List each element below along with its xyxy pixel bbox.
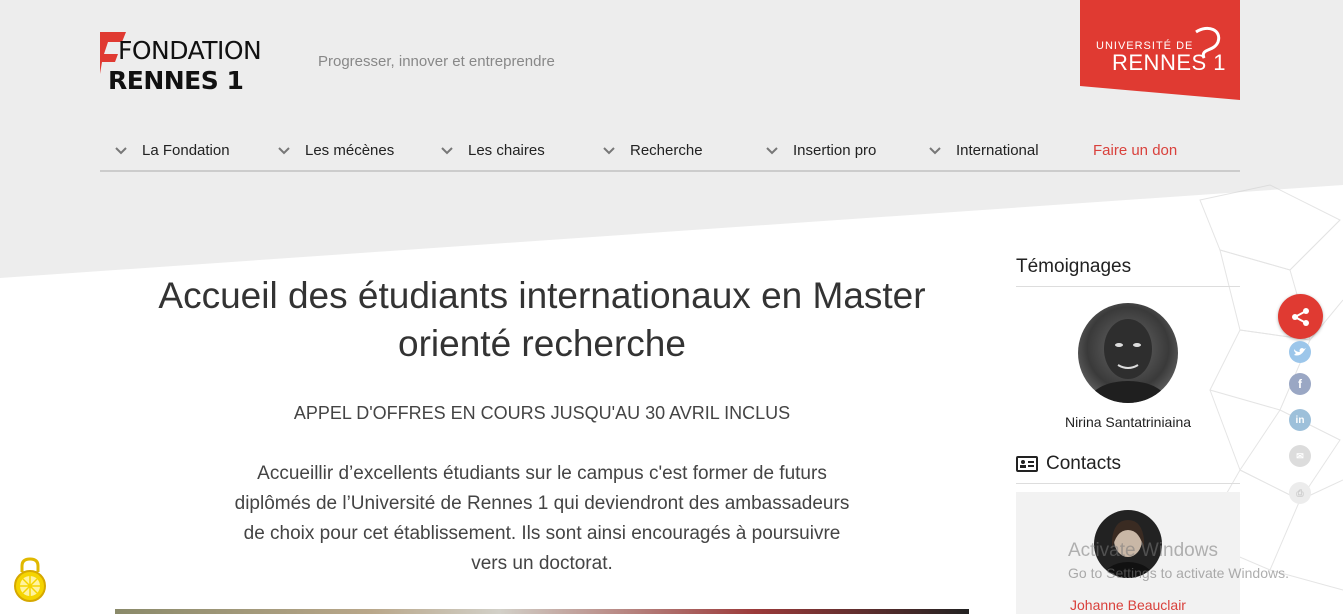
accessibility-lemon-button[interactable] [10,556,50,606]
linkedin-share-button[interactable]: in [1289,409,1311,431]
print-share-button[interactable]: ⎙ [1289,482,1311,504]
chevron-down-icon [115,146,127,154]
nav-item-recherche[interactable]: Recherche [602,142,703,159]
nav-item-international[interactable]: International [928,142,1039,159]
fondation-logo[interactable]: FONDATION RENNES 1 [100,30,290,96]
contacts-heading-label: Contacts [1046,453,1121,474]
email-icon: ✉ [1296,450,1304,461]
linkedin-icon: in [1295,414,1305,426]
nav-donate-link[interactable]: Faire un don [1093,142,1177,159]
chevron-down-icon [766,146,778,154]
testimonial-avatar[interactable] [1078,303,1178,403]
university-logo[interactable]: UNIVERSITÉ DE RENNES 1 [1080,0,1240,100]
nav-item-insertion-pro[interactable]: Insertion pro [765,142,876,159]
page-title: Accueil des étudiants internationaux en … [158,275,926,364]
nav-item-label: Les chaires [468,142,545,159]
activate-windows-title: Activate Windows [1068,540,1218,561]
intro-paragraph: Accueillir d’excellents étudiants sur le… [234,463,850,574]
nav-item-label: Insertion pro [793,142,877,159]
print-icon: ⎙ [1296,487,1304,498]
share-button[interactable] [1278,294,1323,339]
main-navigation: La Fondation Les mécènes Les chaires Rec… [100,132,1240,172]
testimonial-name[interactable]: Nirina Santatriniaina [1016,414,1240,430]
testimonials-heading: Témoignages [1016,256,1240,287]
person-photo [1088,319,1168,403]
facebook-icon: f [1298,377,1302,391]
nav-item-les-chaires[interactable]: Les chaires [440,142,545,159]
logo-text-line2: RENNES 1 [108,66,244,95]
call-for-proposals-notice: APPEL D'OFFRES EN COURS JUSQU'AU 30 AVRI… [293,403,791,423]
contact-name[interactable]: Johanne Beauclair [1016,597,1240,613]
contacts-heading: Contacts [1016,453,1240,484]
chevron-down-icon [603,146,615,154]
email-share-button[interactable]: ✉ [1289,445,1311,467]
contact-card-icon [1016,456,1038,472]
facebook-share-button[interactable]: f [1289,373,1311,395]
nav-item-label: Les mécènes [305,142,395,159]
nav-item-label: La Fondation [142,142,230,159]
logo-text-line1: FONDATION [118,36,262,65]
chevron-down-icon [441,146,453,154]
twitter-icon [1294,348,1306,356]
nav-item-label: International [956,142,1039,159]
twitter-share-button[interactable] [1289,341,1311,363]
share-icon [1291,307,1309,326]
activate-windows-subtitle: Go to Settings to activate Windows. [1068,565,1289,581]
nav-item-la-fondation[interactable]: La Fondation [114,142,230,159]
chevron-down-icon [278,146,290,154]
ermine-icon [1195,26,1221,59]
site-tagline: Progresser, innover et entreprendre [318,53,555,70]
article-image [115,609,969,614]
chevron-down-icon [929,146,941,154]
nav-item-label: Recherche [630,142,703,159]
lemon-lock-icon [14,557,46,602]
nav-item-les-mecenes[interactable]: Les mécènes [277,142,394,159]
